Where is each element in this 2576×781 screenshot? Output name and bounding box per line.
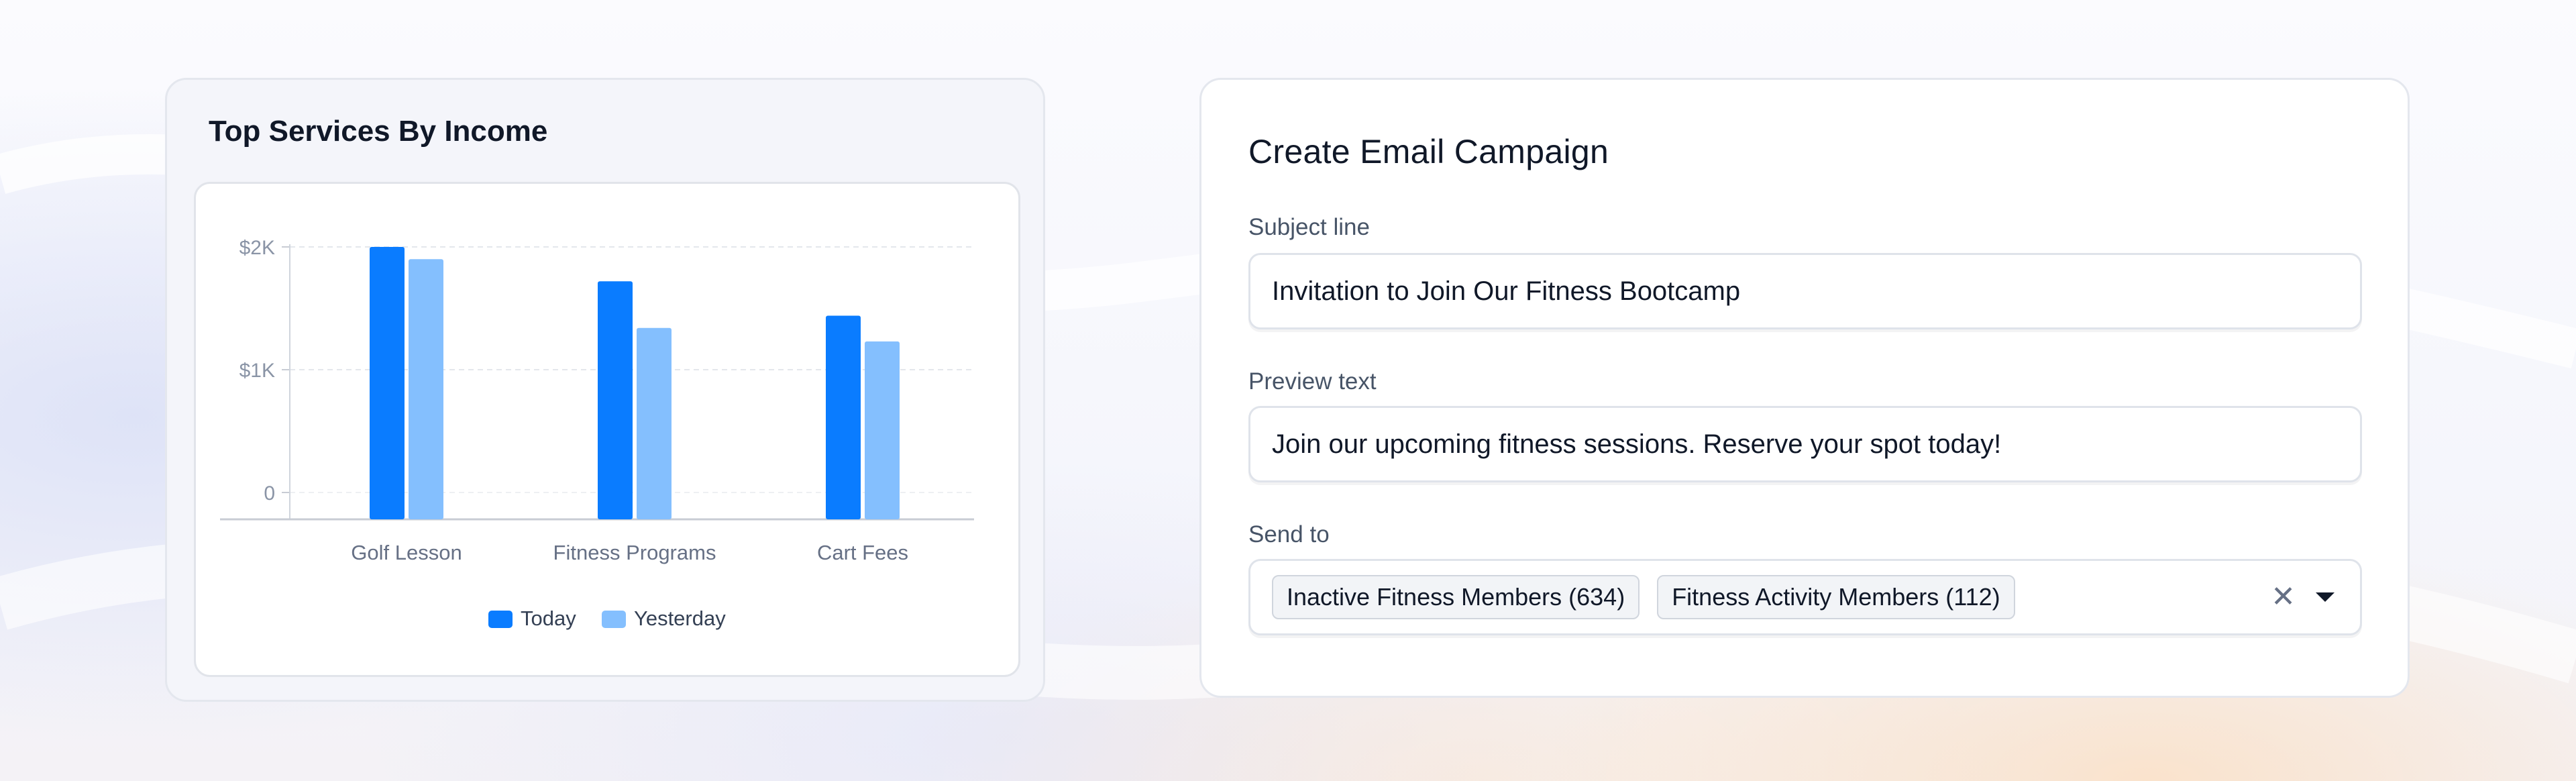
- email-form-title: Create Email Campaign: [1248, 133, 1609, 170]
- recipient-chip[interactable]: Inactive Fitness Members (634): [1272, 575, 1640, 619]
- x-tick-label: Fitness Programs: [553, 541, 716, 564]
- chevron-down-icon[interactable]: [2316, 592, 2334, 602]
- preview-text-label: Preview text: [1248, 368, 1377, 395]
- y-tick-label: 0: [264, 482, 275, 505]
- recipient-chip[interactable]: Fitness Activity Members (112): [1657, 575, 2015, 619]
- y-tick-label: $1K: [239, 360, 275, 382]
- subject-line-input[interactable]: [1272, 276, 2360, 307]
- x-tick-label: Cart Fees: [817, 541, 908, 564]
- legend-swatch: [488, 611, 513, 628]
- preview-text-input[interactable]: [1272, 429, 2360, 460]
- send-to-select[interactable]: Inactive Fitness Members (634) Fitness A…: [1248, 559, 2362, 635]
- income-bar-chart: 0 $1K $2K Golf Lesson Fitness Programs Cart F…: [220, 237, 974, 630]
- preview-text-field[interactable]: [1248, 406, 2362, 482]
- bar: [598, 281, 633, 519]
- top-services-card: Top Services By Income 0 $1K $2K Golf Lesso…: [165, 78, 1045, 702]
- bar: [865, 341, 900, 519]
- send-to-chip-list: Inactive Fitness Members (634) Fitness A…: [1272, 575, 2015, 619]
- bar: [826, 315, 861, 519]
- chart-card-title: Top Services By Income: [209, 115, 548, 148]
- x-tick-label: Golf Lesson: [351, 541, 462, 564]
- chart-panel: 0 $1K $2K Golf Lesson Fitness Programs Cart F…: [194, 182, 1020, 677]
- legend-swatch: [602, 611, 626, 628]
- clear-icon[interactable]: ✕: [2271, 582, 2296, 612]
- send-to-label: Send to: [1248, 521, 1330, 548]
- create-email-campaign-card: Create Email Campaign Subject line Previ…: [1199, 78, 2410, 698]
- subject-line-field[interactable]: [1248, 253, 2362, 329]
- subject-line-label: Subject line: [1248, 214, 1370, 240]
- select-actions: ✕: [2271, 561, 2334, 633]
- bar: [409, 259, 443, 519]
- bar: [637, 327, 672, 519]
- legend-label: Yesterday: [634, 607, 726, 630]
- legend-label: Today: [521, 607, 576, 630]
- y-tick-label: $2K: [239, 237, 275, 259]
- bar: [370, 247, 405, 519]
